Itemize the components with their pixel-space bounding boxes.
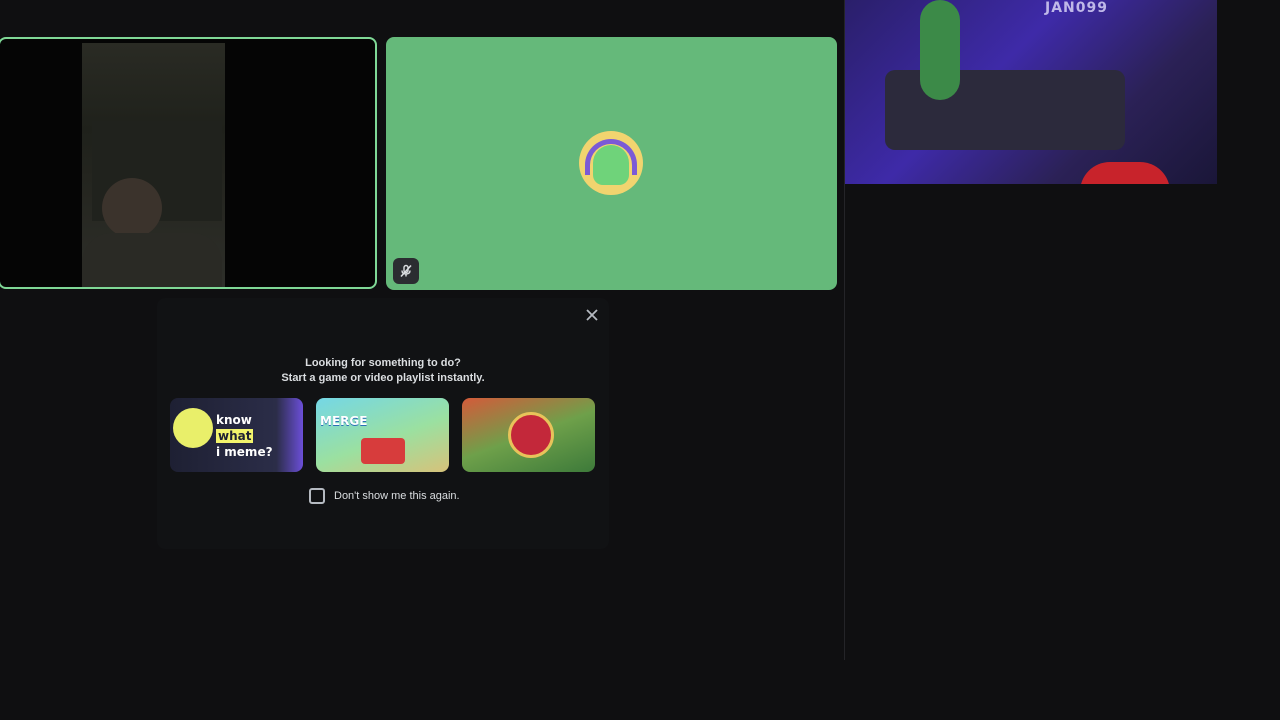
merge-logo-text: MERGE: [320, 414, 368, 428]
camera-feed: [82, 43, 225, 287]
voice-call-stage: JAN099 Looking for something to do? Star…: [0, 0, 1280, 720]
muted-microphone-icon: [393, 258, 419, 284]
participant-body: [82, 233, 222, 287]
meme-mascot-icon: [173, 408, 213, 448]
stream-figure: [920, 0, 960, 100]
stream-red-chair: [1080, 162, 1170, 184]
activity-card-magic-circle[interactable]: [462, 398, 595, 472]
meme-line-3: i meme?: [216, 445, 273, 459]
activity-suggestion-popup: Looking for something to do? Start a gam…: [157, 298, 609, 549]
meme-line-1: know: [216, 413, 252, 427]
dont-show-again-checkbox[interactable]: [309, 488, 325, 504]
panel-divider: [844, 0, 845, 660]
meme-card-text: know what i meme?: [216, 412, 273, 460]
activity-card-merge-villages[interactable]: MERGE: [316, 398, 449, 472]
avatar-headset: [585, 139, 637, 175]
participant-video-tile[interactable]: [0, 37, 377, 289]
activity-card-know-what-i-meme[interactable]: know what i meme?: [170, 398, 303, 472]
truck-icon: [361, 438, 405, 464]
activity-cards: know what i meme? MERGE: [170, 398, 595, 472]
magic-circle-logo-icon: [508, 412, 554, 458]
dont-show-again-row[interactable]: Don't show me this again.: [309, 488, 460, 504]
dont-show-again-label: Don't show me this again.: [334, 490, 460, 502]
meme-line-2: what: [216, 429, 254, 443]
popup-heading-line1: Looking for something to do?: [305, 357, 461, 369]
popup-heading-line2: Start a game or video playlist instantly…: [281, 372, 485, 384]
stream-room-text: JAN099: [1045, 0, 1108, 16]
popup-heading: Looking for something to do? Start a gam…: [157, 356, 609, 386]
close-icon[interactable]: [582, 305, 602, 325]
participant-avatar-tile[interactable]: [386, 37, 837, 290]
participant-head: [102, 178, 162, 238]
stream-video-tile[interactable]: JAN099: [845, 0, 1217, 184]
user-avatar: [579, 131, 643, 195]
